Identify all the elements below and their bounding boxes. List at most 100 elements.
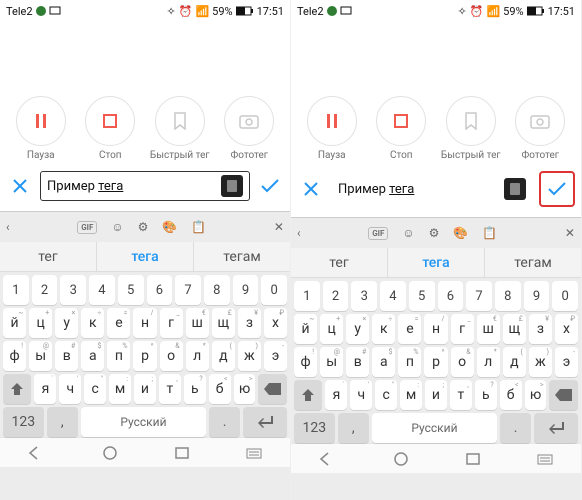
key[interactable]: ш€: [477, 314, 500, 344]
gif-button[interactable]: GIF: [77, 221, 97, 234]
chevron-left-icon[interactable]: ‹: [297, 226, 301, 240]
confirm-button[interactable]: [256, 172, 284, 200]
action-quicktag[interactable]: Быстрый тег: [149, 96, 211, 161]
key[interactable]: и;: [425, 380, 447, 410]
mic-icon[interactable]: ✕: [274, 220, 284, 234]
suggestion-1[interactable]: тег: [0, 242, 97, 271]
clipboard-icon[interactable]: 📋: [191, 220, 206, 234]
key[interactable]: г_: [451, 314, 474, 344]
nav-keyboard-icon[interactable]: [246, 446, 262, 460]
key[interactable]: т,: [159, 374, 181, 404]
key-4[interactable]: 4: [89, 275, 115, 305]
nav-recent-icon[interactable]: [174, 446, 190, 460]
tag-input[interactable]: Пример тега: [40, 171, 250, 201]
key[interactable]: ч': [350, 380, 372, 410]
comma-key[interactable]: ,: [47, 407, 78, 437]
photo-thumb[interactable]: [221, 175, 243, 197]
key[interactable]: ш€: [186, 308, 209, 338]
key-1[interactable]: 1: [294, 281, 320, 311]
comma-key[interactable]: ,: [338, 413, 369, 443]
key-3[interactable]: 3: [60, 275, 86, 305]
key[interactable]: ч': [59, 374, 81, 404]
key[interactable]: д(: [503, 347, 526, 377]
mode-key[interactable]: 123: [294, 413, 335, 443]
key-0[interactable]: 0: [261, 275, 287, 305]
action-phototag[interactable]: Фототег: [218, 96, 280, 161]
key-2[interactable]: 2: [32, 275, 58, 305]
key[interactable]: в#: [55, 341, 78, 371]
key[interactable]: ф!: [294, 347, 317, 377]
period-key[interactable]: .: [209, 407, 240, 437]
key[interactable]: о&: [451, 347, 474, 377]
key[interactable]: я`: [34, 374, 56, 404]
enter-key[interactable]: [534, 413, 578, 443]
key[interactable]: о&: [160, 341, 183, 371]
cancel-button[interactable]: [6, 172, 34, 200]
key[interactable]: з¥: [238, 308, 261, 338]
action-phototag[interactable]: Фототег: [509, 96, 571, 161]
key-0[interactable]: 0: [552, 281, 578, 311]
key[interactable]: т,: [450, 380, 472, 410]
suggestion-2[interactable]: тега: [97, 242, 194, 271]
key[interactable]: р^: [424, 347, 447, 377]
key-2[interactable]: 2: [323, 281, 349, 311]
key[interactable]: ю>: [525, 380, 547, 410]
key[interactable]: е=: [107, 308, 130, 338]
key[interactable]: д(: [212, 341, 235, 371]
key[interactable]: м:: [109, 374, 131, 404]
action-quicktag[interactable]: Быстрый тег: [440, 96, 502, 161]
backspace-key[interactable]: [549, 380, 577, 410]
period-key[interactable]: .: [500, 413, 531, 443]
suggestion-3[interactable]: тегам: [194, 242, 290, 271]
mode-key[interactable]: 123: [3, 407, 44, 437]
suggestion-1[interactable]: тег: [291, 248, 388, 277]
key[interactable]: й~: [294, 314, 317, 344]
key[interactable]: н/: [424, 314, 447, 344]
action-stop[interactable]: Стоп: [370, 96, 432, 161]
suggestion-3[interactable]: тегам: [485, 248, 581, 277]
key-7[interactable]: 7: [466, 281, 492, 311]
key[interactable]: ж): [238, 341, 261, 371]
nav-home-icon[interactable]: [393, 451, 409, 467]
space-key[interactable]: Русский: [372, 413, 497, 443]
key[interactable]: б<: [209, 374, 231, 404]
clipboard-icon[interactable]: 📋: [482, 226, 497, 240]
backspace-key[interactable]: [258, 374, 286, 404]
key[interactable]: к÷: [81, 308, 104, 338]
shift-key[interactable]: [294, 380, 322, 410]
mic-icon[interactable]: ✕: [565, 226, 575, 240]
key[interactable]: в#: [346, 347, 369, 377]
cancel-button[interactable]: [297, 175, 325, 203]
key[interactable]: й~: [3, 308, 26, 338]
gif-button[interactable]: GIF: [368, 227, 388, 240]
key-5[interactable]: 5: [118, 275, 144, 305]
key[interactable]: с": [84, 374, 106, 404]
key[interactable]: з¥: [529, 314, 552, 344]
theme-icon[interactable]: 🎨: [453, 226, 468, 240]
key[interactable]: х₽: [264, 308, 287, 338]
key[interactable]: ы@: [320, 347, 343, 377]
key[interactable]: м:: [400, 380, 422, 410]
sticker-icon[interactable]: ☺: [402, 226, 414, 240]
sticker-icon[interactable]: ☺: [111, 220, 123, 234]
shift-key[interactable]: [3, 374, 31, 404]
key[interactable]: е=: [398, 314, 421, 344]
key[interactable]: щ£: [212, 308, 235, 338]
key[interactable]: п%: [107, 341, 130, 371]
action-pause[interactable]: Пауза: [10, 96, 72, 161]
key[interactable]: щ£: [503, 314, 526, 344]
key[interactable]: г_: [160, 308, 183, 338]
key[interactable]: ф!: [3, 341, 26, 371]
key[interactable]: н/: [133, 308, 156, 338]
key[interactable]: ь?: [184, 374, 206, 404]
space-key[interactable]: Русский: [81, 407, 206, 437]
action-stop[interactable]: Стоп: [79, 96, 141, 161]
key-6[interactable]: 6: [147, 275, 173, 305]
key-9[interactable]: 9: [233, 275, 259, 305]
key-7[interactable]: 7: [175, 275, 201, 305]
key[interactable]: л*: [186, 341, 209, 371]
nav-back-icon[interactable]: [319, 452, 337, 466]
tag-input[interactable]: Пример тега: [331, 174, 533, 204]
confirm-button[interactable]: [543, 175, 571, 203]
key[interactable]: ц+: [29, 308, 52, 338]
